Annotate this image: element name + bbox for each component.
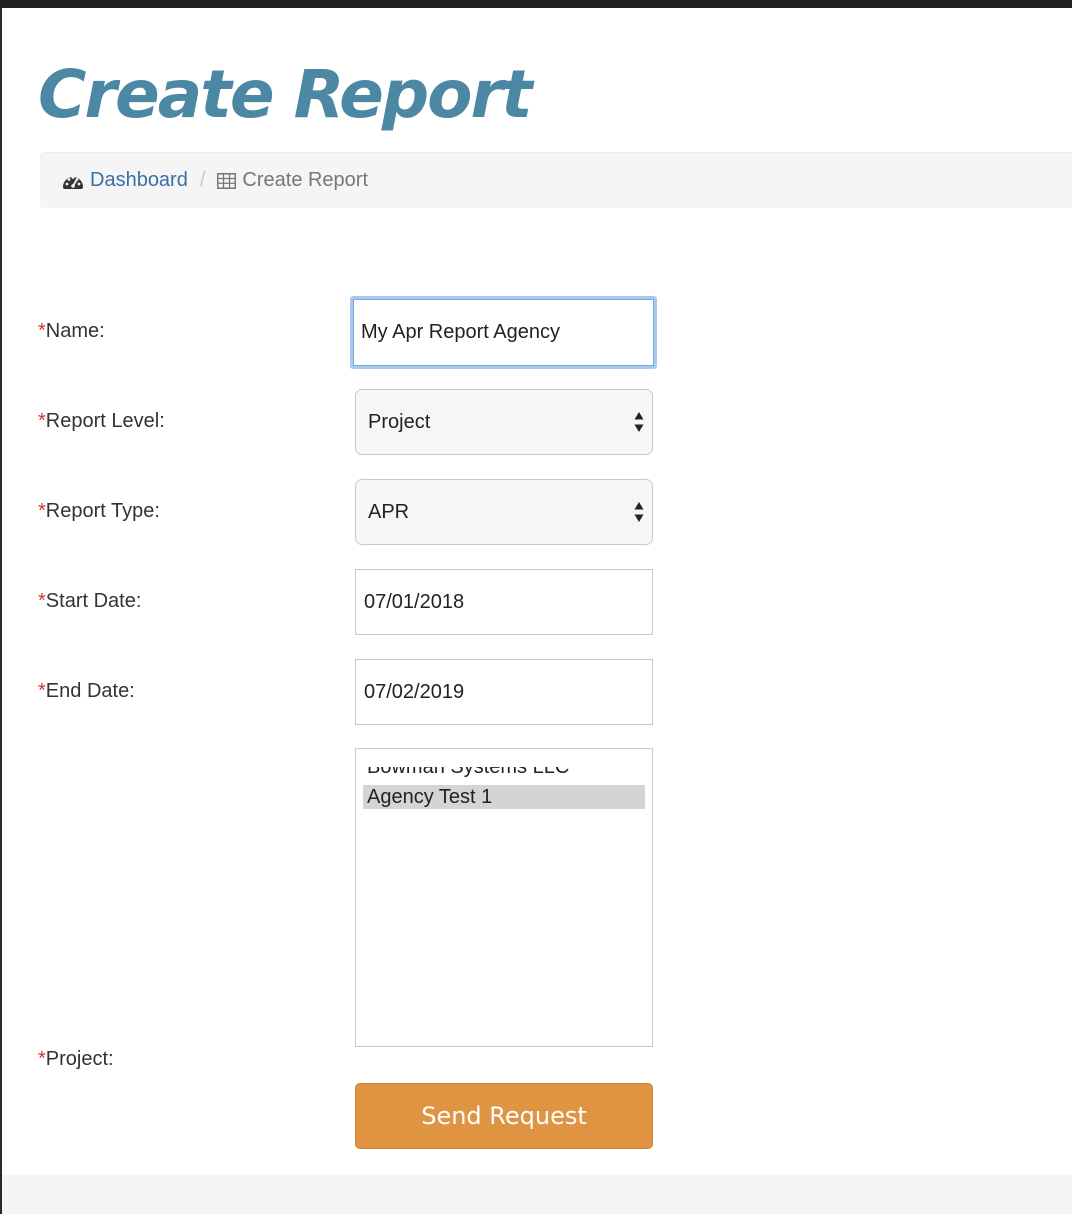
select-arrows-icon [634,502,644,522]
required-marker: * [38,320,46,342]
end-date-label: *End Date: [38,680,135,703]
report-level-label-text: Report Level: [45,410,165,432]
name-input[interactable] [350,296,657,369]
report-level-label: *Report Level: [38,410,165,433]
report-level-select[interactable]: Project [355,389,653,455]
report-type-label-text: Report Type: [45,500,160,522]
breadcrumb-current-label: Create Report [242,169,369,191]
end-date-input[interactable] [355,659,653,725]
required-marker: * [38,1048,46,1070]
required-marker: * [38,500,46,522]
send-request-button[interactable]: Send Request [355,1083,653,1149]
required-marker: * [38,680,46,702]
start-date-input[interactable] [355,569,653,635]
name-label: *Name: [38,320,105,343]
breadcrumb-dashboard-link[interactable]: Dashboard [62,169,188,192]
breadcrumb: Dashboard / Create Report [40,152,1072,208]
table-icon [217,172,237,189]
breadcrumb-separator: / [199,169,206,191]
select-arrows-icon [634,412,644,432]
breadcrumb-current: Create Report [217,169,368,192]
start-date-label: *Start Date: [38,590,141,613]
page-title: Create Report [38,56,533,133]
name-label-text: Name: [45,320,105,342]
required-marker: * [38,590,46,612]
report-type-label: *Report Type: [38,500,160,523]
report-type-value: APR [368,500,410,523]
report-type-select[interactable]: APR [355,479,653,545]
dashboard-icon [63,175,83,189]
project-label: *Project: [38,1048,114,1071]
report-level-value: Project [368,410,431,433]
project-option[interactable]: Bowman Systems LLC [363,767,645,779]
project-label-text: Project: [45,1048,114,1070]
required-marker: * [38,410,46,432]
project-listbox[interactable]: Bowman Systems LLC Agency Test 1 [355,748,653,1047]
footer-strip [2,1175,1072,1214]
breadcrumb-dashboard-label: Dashboard [90,169,188,191]
project-option-selected[interactable]: Agency Test 1 [363,785,645,809]
start-date-label-text: Start Date: [45,590,142,612]
end-date-label-text: End Date: [45,680,135,702]
window-top-edge [0,0,1072,8]
